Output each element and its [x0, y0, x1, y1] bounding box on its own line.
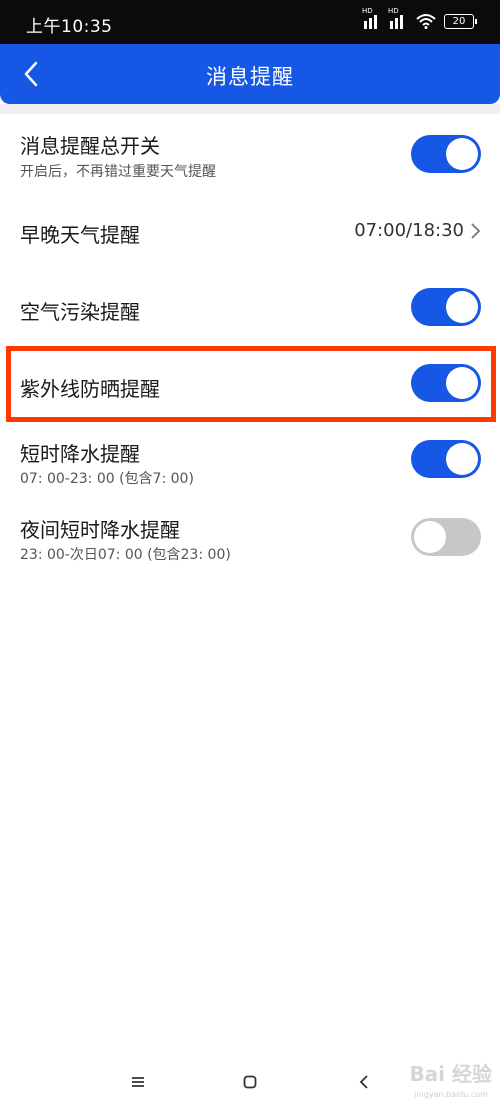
highlight-box [6, 346, 496, 422]
home-icon [243, 1075, 257, 1089]
nav-back-button[interactable] [352, 1070, 376, 1094]
battery-icon: 20 [444, 14, 477, 29]
setting-label: 空气污染提醒 [20, 300, 140, 324]
setting-label: 夜间短时降水提醒 [20, 518, 180, 542]
setting-description: 开启后，不再错过重要天气提醒 [20, 164, 216, 180]
setting-label: 消息提醒总开关 [20, 134, 160, 158]
header-bar: 消息提醒 [0, 44, 500, 104]
signal-hd-label: HD [388, 7, 399, 15]
master-switch-toggle[interactable] [411, 135, 481, 173]
battery-level: 20 [452, 16, 466, 27]
setting-row-air-pollution: 空气污染提醒 [0, 270, 500, 346]
status-bar: 上午10:35 HD HD 20 [0, 0, 500, 44]
setting-row-master-switch: 消息提醒总开关 开启后，不再错过重要天气提醒 [0, 114, 500, 194]
section-divider [0, 104, 500, 114]
setting-description: 23: 00-次日07: 00 (包含23: 00) [20, 547, 231, 563]
wifi-icon [416, 14, 436, 29]
signal-icon: HD [362, 7, 382, 29]
signal-icon: HD [388, 7, 408, 29]
air-pollution-toggle[interactable] [411, 288, 481, 326]
back-triangle-icon [359, 1075, 368, 1089]
setting-row-night-precipitation: 夜间短时降水提醒 23: 00-次日07: 00 (包含23: 00) [0, 502, 500, 582]
setting-label: 早晚天气提醒 [20, 223, 140, 247]
signal-hd-label: HD [362, 7, 373, 15]
status-icons: HD HD 20 [362, 7, 477, 29]
chevron-right-icon [471, 223, 481, 239]
setting-description: 07: 00-23: 00 (包含7: 00) [20, 471, 194, 487]
setting-row-morning-evening-weather[interactable]: 早晚天气提醒 07:00/18:30 [0, 194, 500, 270]
night-precipitation-toggle[interactable] [411, 518, 481, 556]
page-title: 消息提醒 [206, 65, 294, 89]
status-time: 上午10:35 [26, 17, 113, 37]
short-precipitation-toggle[interactable] [411, 440, 481, 478]
menu-button[interactable] [126, 1070, 150, 1094]
watermark-logo: Bai 经验 [409, 1062, 492, 1086]
setting-label: 短时降水提醒 [20, 442, 140, 466]
watermark-url: jingyan.baidu.com [414, 1090, 488, 1099]
reminder-time-value: 07:00/18:30 [354, 220, 464, 241]
home-button[interactable] [238, 1070, 262, 1094]
setting-row-short-precipitation: 短时降水提醒 07: 00-23: 00 (包含7: 00) [0, 422, 500, 502]
menu-icon [132, 1077, 144, 1087]
